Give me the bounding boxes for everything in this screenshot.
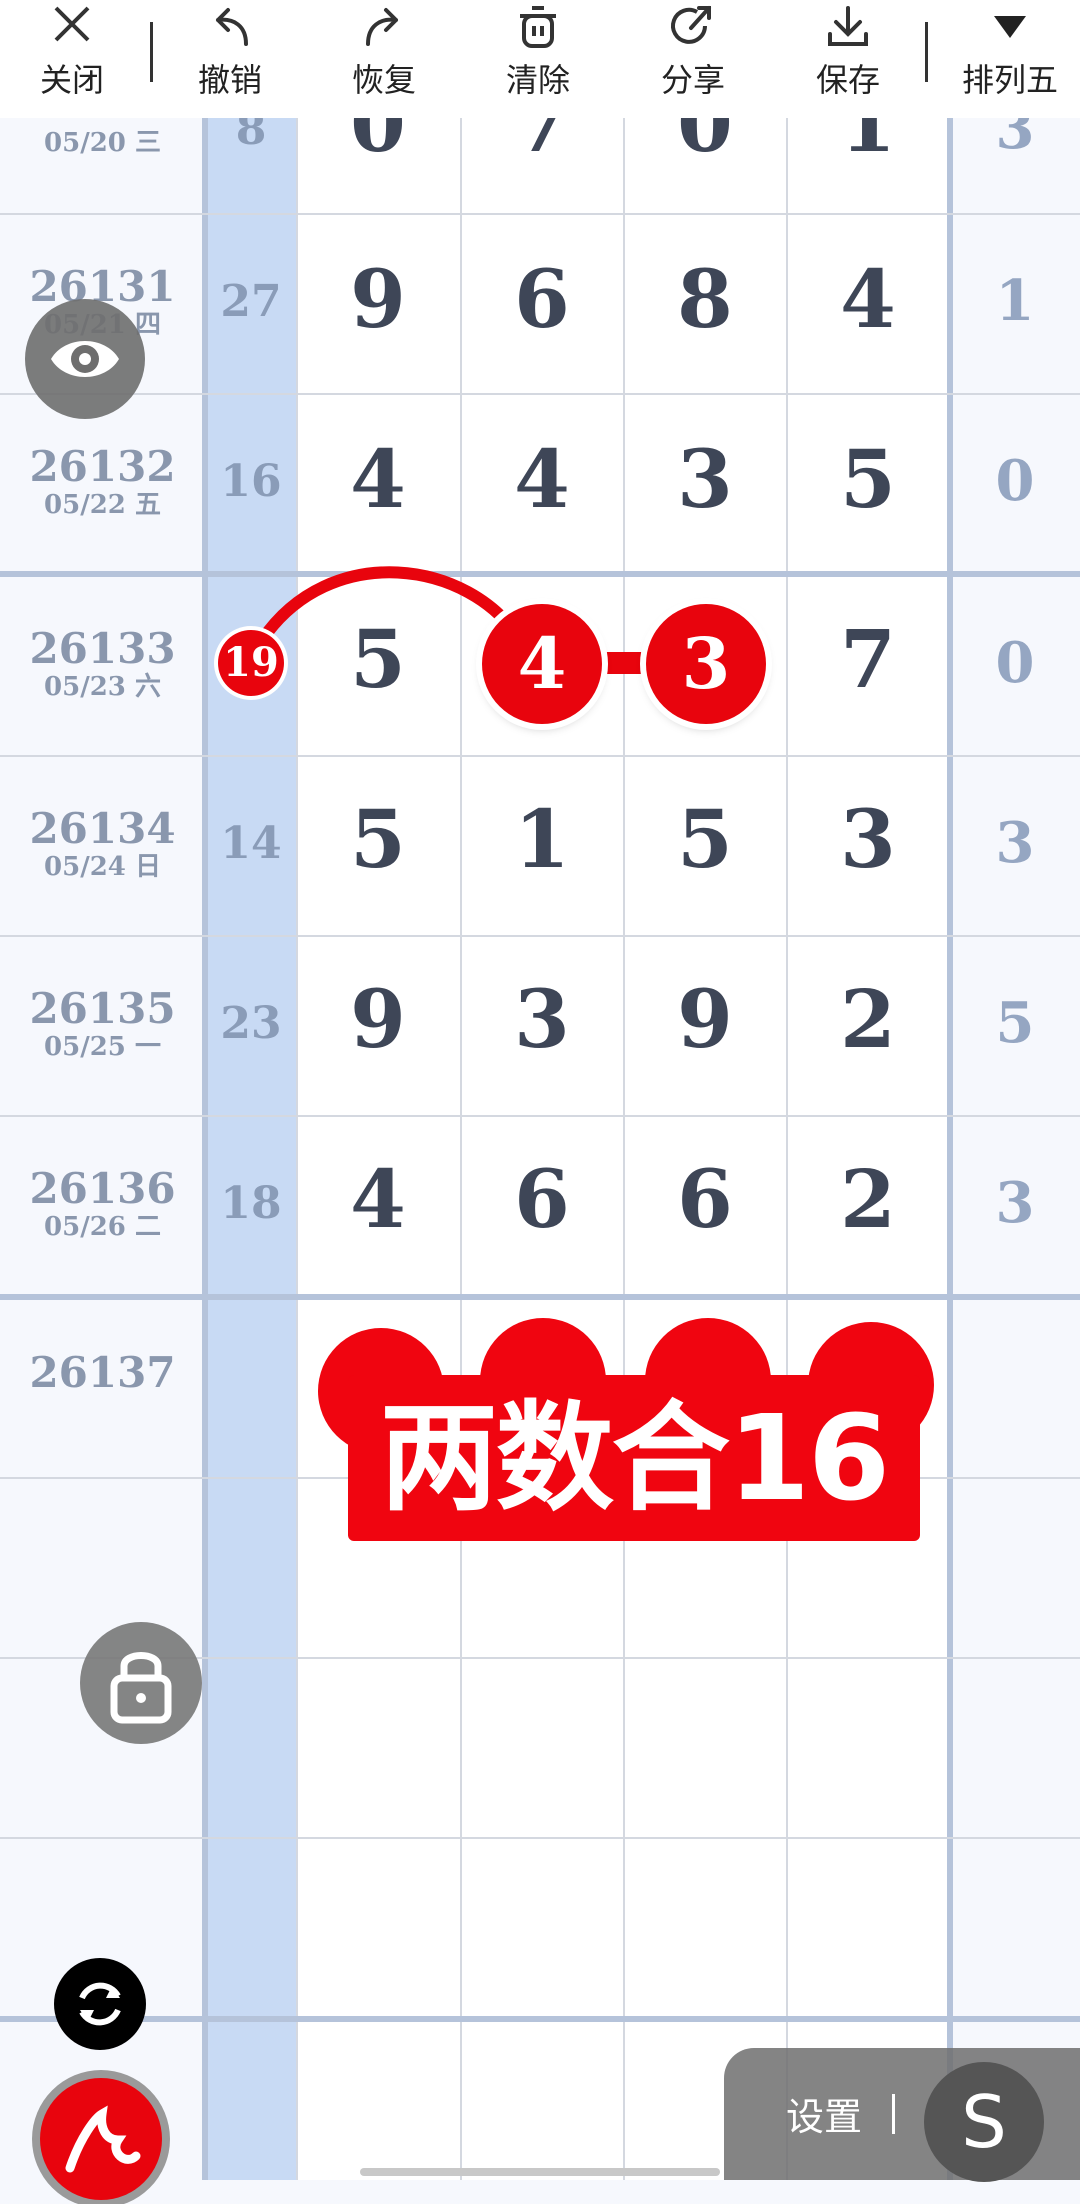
prediction-banner: 两数合16 — [348, 1375, 920, 1541]
home-indicator — [360, 2168, 720, 2176]
brush-icon — [65, 2105, 141, 2173]
visibility-toggle-button[interactable] — [25, 299, 145, 419]
share-icon — [671, 6, 711, 44]
settings-label[interactable]: 设置 — [786, 2086, 862, 2141]
redo-label: 恢复 — [351, 61, 416, 99]
close-icon — [54, 6, 90, 42]
top-toolbar: 关闭 撤销 恢复 清除 分享 保存 排列五 — [0, 0, 1080, 118]
annotation-arc — [256, 566, 526, 646]
save-label: 保存 — [815, 61, 880, 99]
toolbar-divider — [925, 22, 928, 82]
close-button[interactable]: 关闭 — [22, 0, 122, 118]
app-logo-button[interactable]: S — [924, 2062, 1044, 2182]
share-button[interactable]: 分享 — [643, 0, 743, 118]
highlighted-digit-ball: 3 — [646, 604, 766, 724]
annotation-layer — [256, 566, 643, 674]
refresh-icon — [79, 1982, 121, 2026]
refresh-button[interactable] — [54, 1958, 146, 2050]
toolbar-divider — [150, 22, 153, 82]
triangle-down-icon — [994, 16, 1026, 38]
settings-divider — [892, 2094, 895, 2134]
lottery-selector[interactable]: 排列五 — [950, 0, 1070, 118]
lottery-label: 排列五 — [961, 61, 1058, 99]
eye-icon — [51, 341, 119, 377]
highlighted-digit-ball: 4 — [482, 604, 602, 724]
lock-button[interactable] — [80, 1622, 202, 1744]
share-label: 分享 — [660, 61, 725, 99]
undo-button[interactable]: 撤销 — [180, 0, 280, 118]
download-icon — [828, 6, 868, 46]
lock-icon — [110, 1652, 172, 1724]
undo-icon — [216, 8, 248, 46]
trash-icon — [520, 6, 556, 48]
clear-label: 清除 — [505, 61, 570, 99]
redo-button[interactable]: 恢复 — [334, 0, 434, 118]
brush-button[interactable] — [40, 2078, 162, 2200]
save-button[interactable]: 保存 — [798, 0, 898, 118]
clear-button[interactable]: 清除 — [488, 0, 588, 118]
close-label: 关闭 — [39, 61, 104, 99]
undo-label: 撤销 — [197, 61, 262, 99]
redo-icon — [366, 8, 398, 46]
highlighted-sum-ball: 19 — [218, 630, 284, 696]
settings-panel[interactable]: 设置 S — [724, 2048, 1080, 2182]
annotation-connector — [605, 652, 643, 674]
